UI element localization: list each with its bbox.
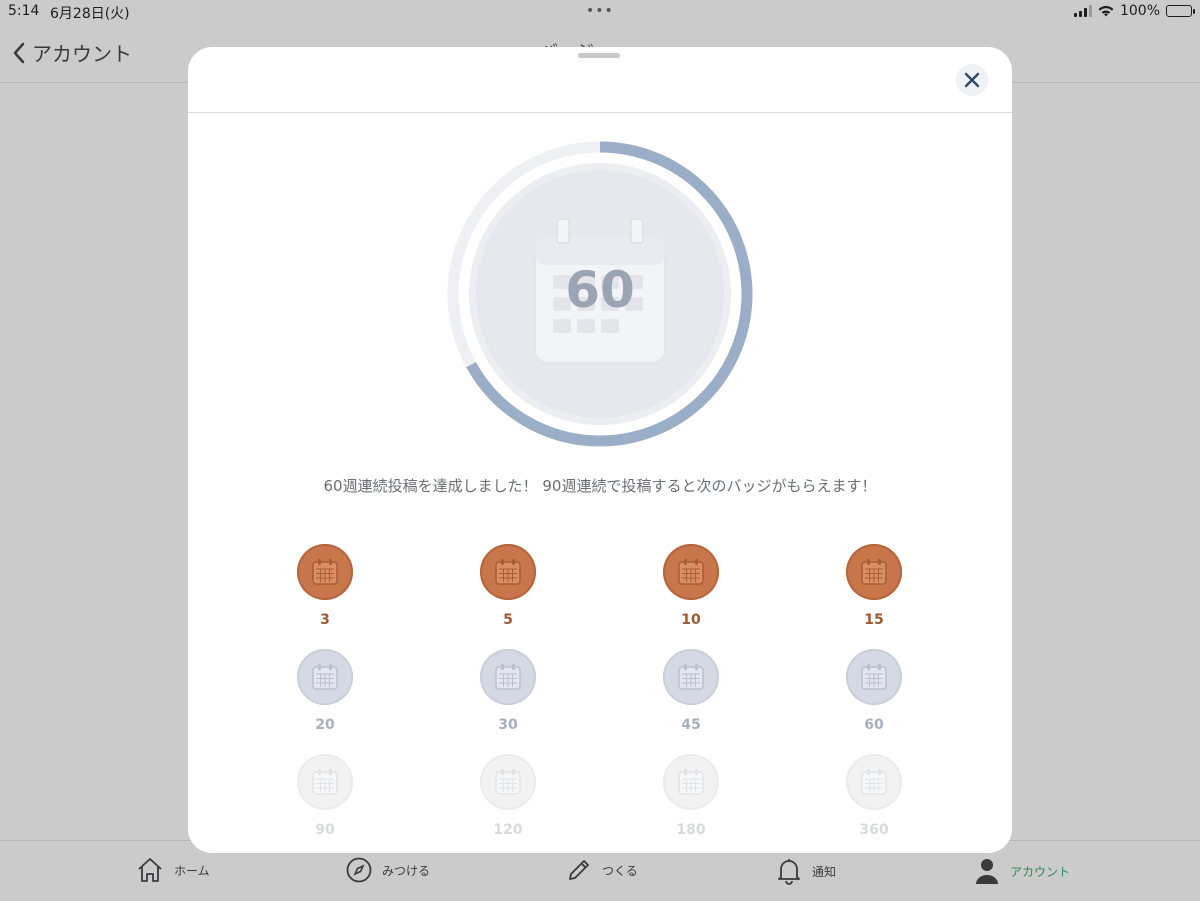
tab-home[interactable]: ホーム xyxy=(136,857,210,883)
badge-item[interactable]: 60 xyxy=(829,649,919,733)
tab-discover[interactable]: みつける xyxy=(346,857,430,883)
badge-label: 90 xyxy=(315,822,335,838)
badge-coin xyxy=(663,544,719,600)
badge-item[interactable]: 20 xyxy=(280,649,370,733)
badge-label: 5 xyxy=(503,612,513,628)
badge-item[interactable]: 360 xyxy=(829,754,919,838)
badge-item[interactable]: 90 xyxy=(280,754,370,838)
badge-item[interactable]: 15 xyxy=(829,544,919,628)
badge-item[interactable]: 10 xyxy=(646,544,736,628)
badge-coin xyxy=(480,754,536,810)
badge-coin xyxy=(663,649,719,705)
calendar-icon xyxy=(312,664,338,690)
status-date: 6月28日(火) xyxy=(50,6,130,22)
badge-item[interactable]: 120 xyxy=(463,754,553,838)
calendar-icon xyxy=(495,769,521,795)
badge-coin xyxy=(846,754,902,810)
status-bar: 5:14 6月28日(火) ••• 100% xyxy=(0,0,1200,24)
badge-coin xyxy=(297,544,353,600)
calendar-icon xyxy=(678,664,704,690)
status-time: 5:14 xyxy=(8,3,40,19)
close-icon xyxy=(964,72,980,88)
bell-icon xyxy=(778,859,800,885)
tab-notifications-label: 通知 xyxy=(812,864,837,879)
tab-account[interactable]: アカウント xyxy=(974,857,1070,885)
multitasking-dots-icon[interactable]: ••• xyxy=(586,3,614,19)
calendar-icon xyxy=(861,664,887,690)
badge-label: 3 xyxy=(320,612,330,628)
badge-label: 60 xyxy=(864,717,884,733)
back-label: アカウント xyxy=(32,42,132,66)
compass-icon xyxy=(346,857,372,883)
back-button[interactable]: アカウント xyxy=(12,38,132,67)
wifi-icon xyxy=(1098,6,1114,17)
battery-percent: 100% xyxy=(1119,3,1160,19)
close-button[interactable] xyxy=(956,64,988,96)
calendar-icon xyxy=(312,769,338,795)
badge-label: 10 xyxy=(681,612,701,628)
calendar-icon xyxy=(495,559,521,585)
tab-create-label: つくる xyxy=(602,863,638,878)
featured-badge-number: 60 xyxy=(565,261,635,319)
tab-home-label: ホーム xyxy=(174,863,210,878)
badge-coin xyxy=(480,544,536,600)
calendar-icon xyxy=(495,664,521,690)
badge-modal: 60 60週連続投稿を達成しました！ 90週連続で投稿すると次のバッジがもらえま… xyxy=(188,47,1012,853)
calendar-icon xyxy=(861,559,887,585)
badge-coin xyxy=(297,649,353,705)
badge-coin xyxy=(846,544,902,600)
modal-header xyxy=(188,47,1012,113)
badge-label: 120 xyxy=(493,822,523,838)
calendar-icon xyxy=(861,769,887,795)
badge-coin xyxy=(297,754,353,810)
calendar-icon xyxy=(678,559,704,585)
badge-label: 30 xyxy=(498,717,518,733)
badge-label: 20 xyxy=(315,717,335,733)
badge-item[interactable]: 3 xyxy=(280,544,370,628)
person-icon xyxy=(976,859,998,884)
chevron-left-icon xyxy=(13,42,25,63)
badge-coin xyxy=(480,649,536,705)
status-right: 100% xyxy=(1073,3,1195,19)
badge-item[interactable]: 45 xyxy=(646,649,736,733)
battery-icon xyxy=(1166,5,1195,17)
badge-item[interactable]: 5 xyxy=(463,544,553,628)
calendar-icon xyxy=(312,559,338,585)
badge-label: 360 xyxy=(859,822,889,838)
badge-coin xyxy=(663,754,719,810)
tab-create[interactable]: つくる xyxy=(566,857,638,883)
badge-coin xyxy=(846,649,902,705)
badge-item[interactable]: 30 xyxy=(463,649,553,733)
tab-notifications[interactable]: 通知 xyxy=(776,857,836,885)
signal-icon xyxy=(1073,5,1092,17)
tab-discover-label: みつける xyxy=(382,863,431,878)
badge-item[interactable]: 180 xyxy=(646,754,736,838)
home-icon xyxy=(138,858,162,882)
calendar-icon xyxy=(678,769,704,795)
pencil-icon xyxy=(569,860,589,880)
sheet-grabber[interactable] xyxy=(578,53,620,58)
achievement-message: 60週連続投稿を達成しました！ 90週連続で投稿すると次のバッジがもらえます！ xyxy=(323,477,877,495)
tab-account-label: アカウント xyxy=(1010,864,1071,879)
badge-label: 15 xyxy=(864,612,884,628)
badge-label: 45 xyxy=(681,717,701,733)
featured-badge: 60 xyxy=(447,141,753,447)
badge-label: 180 xyxy=(676,822,706,838)
